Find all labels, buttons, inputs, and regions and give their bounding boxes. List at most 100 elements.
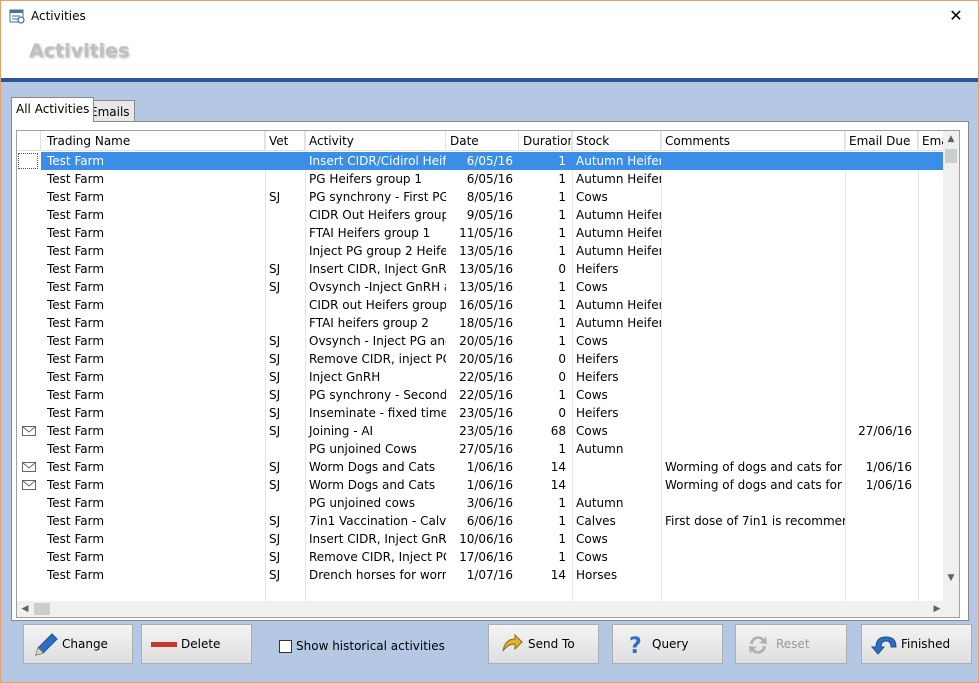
table-row[interactable]: Test Farm SJ 7in1 Vaccination - Calves 6/06… [17,512,944,530]
table-row[interactable]: Test Farm CIDR out Heifers group 2 16/05/1… [17,296,944,314]
cell-duration: 1 [558,388,566,402]
cell-activity: Ovsynch -Inject GnRH and [309,280,446,294]
show-historical-label: Show historical activities [296,639,445,653]
table-row[interactable]: Test Farm FTAI Heifers group 1 11/05/16 1 Au… [17,224,944,242]
cell-trading-name: Test Farm [47,226,105,240]
cell-duration: 1 [558,514,566,528]
activities-grid[interactable]: Trading Name Vet Activity Date Duration … [16,130,960,618]
cell-vet: SJ [269,190,281,204]
col-head-date[interactable]: Date [446,131,519,151]
cell-stock: Heifers [576,352,619,366]
table-row[interactable]: Test Farm SJ Insert CIDR, Inject GnRH 10/06… [17,530,944,548]
scroll-thumb[interactable] [945,149,957,163]
cell-stock: Cows [576,532,608,546]
horizontal-scrollbar[interactable]: ◀ ▶ [17,601,959,617]
query-button[interactable]: ? Query [612,624,723,664]
cell-trading-name: Test Farm [47,550,105,564]
cell-trading-name: Test Farm [47,280,105,294]
col-head-duration[interactable]: Duration [519,131,572,151]
question-icon: ? [629,634,642,659]
cell-activity: Inseminate - fixed time [309,406,446,420]
table-row[interactable]: Test Farm SJ Ovsynch -Inject GnRH and 13/05… [17,278,944,296]
table-row[interactable]: Test Farm SJ Ovsynch - Inject PG and 20/05/… [17,332,944,350]
table-row[interactable]: Test Farm SJ Remove CIDR, inject PG 20/05/1… [17,350,944,368]
table-row[interactable]: Test Farm PG Heifers group 1 6/05/16 1 Autum… [17,170,944,188]
cell-comments [661,422,845,440]
cell-date: 6/06/16 [466,514,513,528]
table-row[interactable]: Test Farm SJ Drench horses for worms 1/07/1… [17,566,944,584]
table-row[interactable]: Test Farm SJ Inseminate - fixed time 23/05/… [17,404,944,422]
cell-trading-name: Test Farm [47,424,105,438]
col-head-stock[interactable]: Stock [572,131,661,151]
table-row[interactable]: Test Farm SJ Worm Dogs and Cats 1/06/16 14 Wo… [17,476,944,494]
cell-email-due [845,494,918,512]
table-row[interactable]: Test Farm SJ Inject GnRH 22/05/16 0 Heifers [17,368,944,386]
cell-comments [661,530,845,548]
table-row[interactable]: Test Farm Inject PG group 2 Heifers 13/05/… [17,242,944,260]
cell-duration: 1 [558,154,566,168]
table-row[interactable]: Test Farm PG unjoined cows 3/06/16 1 Autumn [17,494,944,512]
cell-email-due [845,566,918,584]
col-head-trading-name[interactable]: Trading Name [41,131,265,151]
cell-vet: SJ [269,478,281,492]
envelope-icon [22,426,36,436]
cell-activity: Inject PG group 2 Heifers [309,244,446,258]
cell-activity: PG unjoined cows [309,496,415,510]
col-head-email-extra[interactable]: Ema [918,131,944,151]
reset-button[interactable]: Reset [735,624,847,664]
table-row[interactable]: Test Farm PG unjoined Cows 27/05/16 1 Autumn [17,440,944,458]
cell-comments [661,206,845,224]
table-row[interactable]: Test Farm SJ Joining - AI 23/05/16 68 Cows 27/… [17,422,944,440]
change-button[interactable]: Change [23,624,133,664]
table-row[interactable]: Test Farm SJ PG synchrony - Second PG 22/05… [17,386,944,404]
cell-duration: 1 [558,550,566,564]
scroll-down-icon[interactable]: ▼ [943,570,959,586]
finished-button[interactable]: Finished [861,624,972,664]
cell-duration: 1 [558,316,566,330]
cell-date: 8/05/16 [466,190,513,204]
close-button[interactable]: ✕ [934,1,978,31]
cell-activity: Ovsynch - Inject PG and [309,334,446,348]
col-head-activity[interactable]: Activity [305,131,446,151]
cell-stock [572,458,661,476]
table-row[interactable]: Test Farm SJ Remove CIDR, Inject PG 17/06/1… [17,548,944,566]
col-head-comments[interactable]: Comments [661,131,845,151]
cell-date: 1/06/16 [466,460,513,474]
scroll-thumb-horizontal[interactable] [34,603,50,615]
cell-comments [661,386,845,404]
cell-trading-name: Test Farm [47,190,105,204]
cell-duration: 1 [558,172,566,186]
table-row[interactable]: Test Farm SJ Insert CIDR, Inject GnRH 13/05… [17,260,944,278]
cell-email-due [845,332,918,350]
show-historical-checkbox[interactable] [279,640,292,653]
scroll-right-icon[interactable]: ▶ [929,601,945,617]
cell-trading-name: Test Farm [47,496,105,510]
cell-trading-name: Test Farm [47,568,105,582]
table-row[interactable]: Test Farm FTAI heifers group 2 18/05/16 1 Au… [17,314,944,332]
cell-stock: Cows [576,190,608,204]
cell-activity: Insert CIDR, Inject GnRH [309,262,446,276]
cell-comments [661,548,845,566]
scroll-left-icon[interactable]: ◀ [17,601,33,617]
table-row[interactable]: Test Farm CIDR Out Heifers group 1 9/05/16… [17,206,944,224]
cell-date: 16/05/16 [459,298,513,312]
reset-label: Reset [776,637,810,651]
delete-button[interactable]: Delete [141,624,252,664]
cell-comments [661,350,845,368]
table-row[interactable]: Test Farm SJ PG synchrony - First PG 8/05/1… [17,188,944,206]
cell-trading-name: Test Farm [47,316,105,330]
cell-trading-name: Test Farm [47,478,105,492]
vertical-scrollbar[interactable]: ▲ ▼ [943,131,959,602]
col-head-email-due[interactable]: Email Due [845,131,918,151]
send-to-label: Send To [528,637,575,651]
activities-window: Activities ✕ Activities All Activities E… [0,0,979,683]
tab-all-activities[interactable]: All Activities [11,97,95,122]
table-row[interactable]: Test Farm Insert CIDR/Cidirol Heifers 6/05… [17,152,944,170]
table-row[interactable]: Test Farm SJ Worm Dogs and Cats 1/06/16 14 Wo… [17,458,944,476]
send-to-button[interactable]: Send To [488,624,599,664]
scroll-up-icon[interactable]: ▲ [943,131,959,147]
cell-activity: PG synchrony - Second PG [309,388,446,402]
cell-vet: SJ [269,514,281,528]
col-head-vet[interactable]: Vet [265,131,305,151]
cell-date: 9/05/16 [466,208,513,222]
